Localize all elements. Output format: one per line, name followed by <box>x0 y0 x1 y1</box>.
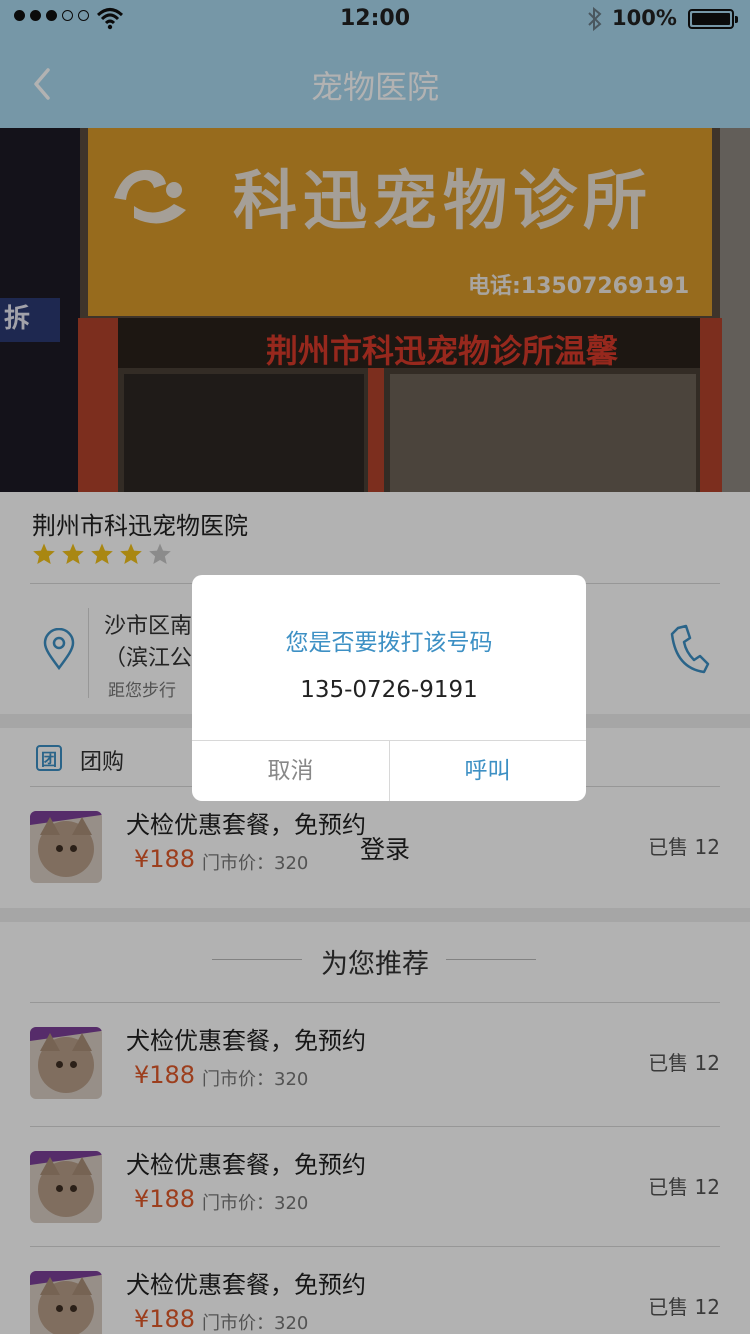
dialog-title: 您是否要拨打该号码 <box>285 630 493 656</box>
cancel-button[interactable]: 取消 <box>192 741 389 801</box>
call-dialog: 您是否要拨打该号码 135-0726-9191 取消 呼叫 <box>192 575 586 801</box>
dialog-phone-number: 135-0726-9191 <box>300 677 478 703</box>
call-button[interactable]: 呼叫 <box>389 741 586 801</box>
